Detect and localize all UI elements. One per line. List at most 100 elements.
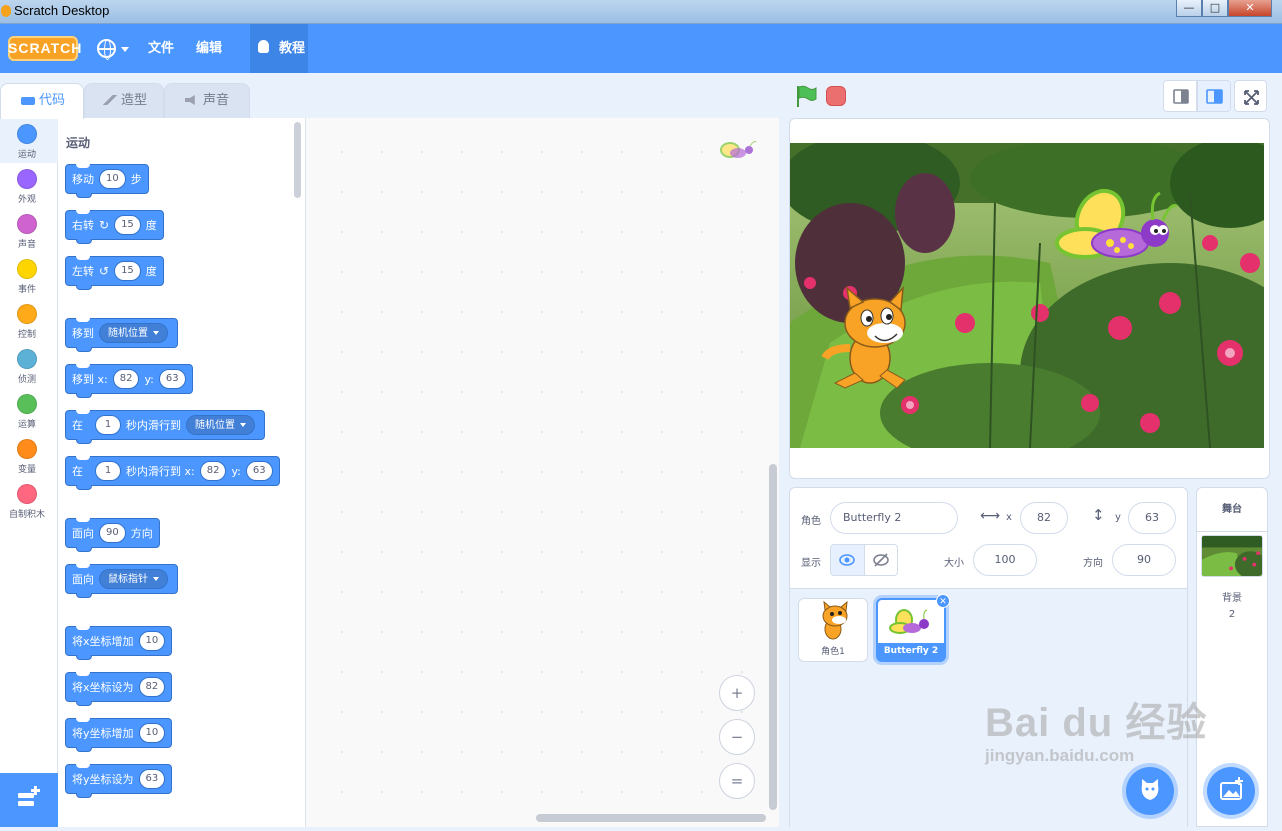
- scratch-logo[interactable]: SCRATCH: [8, 36, 81, 61]
- block-goto-xy[interactable]: 移到 x: 82 y: 63: [65, 364, 193, 398]
- block-input[interactable]: 15: [114, 261, 141, 281]
- code-icon: [21, 97, 35, 105]
- block-turn-right[interactable]: 右转 ↻ 15 度: [65, 210, 164, 244]
- direction-input[interactable]: 90: [1112, 544, 1176, 576]
- block-input[interactable]: 82: [199, 461, 227, 481]
- language-globe-icon[interactable]: [97, 39, 116, 60]
- stop-button[interactable]: [826, 86, 846, 106]
- baidu-watermark: Bai du 经验 jingyan.baidu.com: [985, 690, 1207, 766]
- zoom-in-button[interactable]: +: [719, 675, 755, 711]
- small-stage-icon: [1173, 89, 1189, 104]
- block-text: 秒内滑行到 x:: [126, 465, 195, 478]
- zoom-reset-button[interactable]: =: [719, 763, 755, 799]
- category-my-blocks[interactable]: 自制积木: [0, 478, 58, 523]
- block-input[interactable]: 10: [99, 169, 126, 189]
- block-input[interactable]: 10: [138, 631, 166, 651]
- block-goto[interactable]: 移到 随机位置: [65, 318, 178, 352]
- sprite-card-butterfly[interactable]: Butterfly 2 ✕: [876, 594, 950, 662]
- lightbulb-icon: [258, 40, 269, 53]
- green-flag-button[interactable]: [795, 85, 817, 107]
- workspace-vertical-scrollbar[interactable]: [769, 464, 777, 810]
- brush-icon: [103, 95, 117, 105]
- block-move-steps[interactable]: 移动 10 步: [65, 164, 149, 198]
- large-stage-button[interactable]: [1197, 80, 1231, 112]
- fullscreen-button[interactable]: [1234, 80, 1267, 112]
- category-control[interactable]: 控制: [0, 298, 58, 343]
- block-input[interactable]: 1: [95, 415, 121, 435]
- block-input[interactable]: 1: [95, 461, 121, 481]
- close-window-button[interactable]: ✕: [1228, 0, 1272, 17]
- watermark-main: Bai du 经验: [985, 701, 1208, 745]
- backdrop-add-icon: [1220, 777, 1243, 800]
- tab-code[interactable]: 代码: [0, 83, 84, 119]
- category-motion[interactable]: 运动: [0, 118, 58, 163]
- block-glide-to[interactable]: 在 1 秒内滑行到 随机位置: [65, 410, 265, 444]
- block-input[interactable]: 63: [245, 461, 273, 481]
- category-operators[interactable]: 运算: [0, 388, 58, 433]
- block-categories: 运动 外观 声音 事件 控制 侦测 运算 变量 自制积木: [0, 118, 58, 773]
- category-looks[interactable]: 外观: [0, 163, 58, 208]
- tab-sounds[interactable]: 声音: [164, 83, 250, 119]
- show-sprite-button[interactable]: [831, 545, 865, 575]
- block-dropdown[interactable]: 鼠标指针: [99, 569, 168, 589]
- choose-backdrop-button[interactable]: [1207, 767, 1255, 815]
- block-point-towards[interactable]: 面向 鼠标指针: [65, 564, 178, 598]
- block-text: 在: [72, 419, 83, 432]
- block-glide-xy[interactable]: 在 1 秒内滑行到 x: 82 y: 63: [65, 456, 280, 490]
- category-sensing[interactable]: 侦测: [0, 343, 58, 388]
- block-text: 度: [145, 265, 157, 278]
- add-extension-button[interactable]: [0, 773, 58, 827]
- rotate-right-icon: ↻: [99, 218, 110, 232]
- category-events[interactable]: 事件: [0, 253, 58, 298]
- block-input[interactable]: 82: [112, 369, 140, 389]
- eye-icon: [839, 554, 856, 566]
- hide-sprite-button[interactable]: [865, 545, 898, 575]
- palette-scrollbar[interactable]: [294, 122, 301, 198]
- block-change-y[interactable]: 将y坐标增加 10: [65, 718, 173, 752]
- category-label: 事件: [17, 285, 36, 295]
- dropdown-caret-icon: [240, 423, 246, 427]
- sprite-name-input[interactable]: Butterfly 2: [830, 502, 958, 534]
- delete-sprite-button[interactable]: ✕: [936, 594, 950, 608]
- x-position-input[interactable]: 82: [1020, 502, 1068, 534]
- tab-costumes[interactable]: 造型: [84, 83, 164, 119]
- block-text: 步: [130, 173, 142, 186]
- file-menu[interactable]: 文件: [148, 24, 174, 73]
- edit-menu[interactable]: 编辑: [196, 24, 222, 73]
- block-input[interactable]: 63: [138, 769, 166, 789]
- category-sound[interactable]: 声音: [0, 208, 58, 253]
- category-variables[interactable]: 变量: [0, 433, 58, 478]
- block-point-direction[interactable]: 面向 90 方向: [65, 518, 160, 552]
- block-dropdown[interactable]: 随机位置: [186, 415, 255, 435]
- code-workspace[interactable]: + − =: [306, 118, 779, 827]
- block-input[interactable]: 90: [99, 523, 126, 543]
- workspace-horizontal-scrollbar[interactable]: [536, 814, 766, 822]
- sprite-card-cat[interactable]: 角色1: [798, 598, 868, 662]
- fullscreen-icon: [1244, 90, 1259, 105]
- size-input[interactable]: 100: [973, 544, 1037, 576]
- events-color-dot: [17, 259, 37, 279]
- current-sprite-butterfly-icon: [720, 141, 757, 158]
- block-turn-left[interactable]: 左转 ↺ 15 度: [65, 256, 164, 290]
- block-set-x[interactable]: 将x坐标设为 82: [65, 672, 173, 706]
- block-input[interactable]: 15: [114, 215, 141, 235]
- block-set-y[interactable]: 将y坐标设为 63: [65, 764, 173, 798]
- block-input[interactable]: 10: [138, 723, 166, 743]
- zoom-out-button[interactable]: −: [719, 719, 755, 755]
- language-caret-icon: [121, 47, 129, 52]
- block-change-x[interactable]: 将x坐标增加 10: [65, 626, 173, 660]
- sprite-info: 角色 Butterfly 2 ⟷ x 82 ↕ y 63 显示 大小 100 方…: [790, 488, 1187, 589]
- choose-sprite-button[interactable]: [1126, 767, 1174, 815]
- block-palette: 运动 移动 10 步 右转 ↻ 15 度 左转 ↺ 15 度 移到 随机位置 移到 x: 82 y: 6…: [58, 118, 306, 827]
- y-position-input[interactable]: 63: [1128, 502, 1176, 534]
- maximize-button[interactable]: □: [1202, 0, 1228, 17]
- menu-bar: SCRATCH 文件 编辑 教程: [0, 24, 1282, 73]
- block-input[interactable]: 82: [138, 677, 166, 697]
- minimize-button[interactable]: —: [1176, 0, 1202, 17]
- stage[interactable]: [789, 118, 1270, 479]
- block-dropdown[interactable]: 随机位置: [99, 323, 168, 343]
- small-stage-button[interactable]: [1163, 80, 1197, 112]
- control-color-dot: [17, 304, 37, 324]
- tutorials-menu[interactable]: 教程: [279, 24, 305, 73]
- block-input[interactable]: 63: [158, 369, 186, 389]
